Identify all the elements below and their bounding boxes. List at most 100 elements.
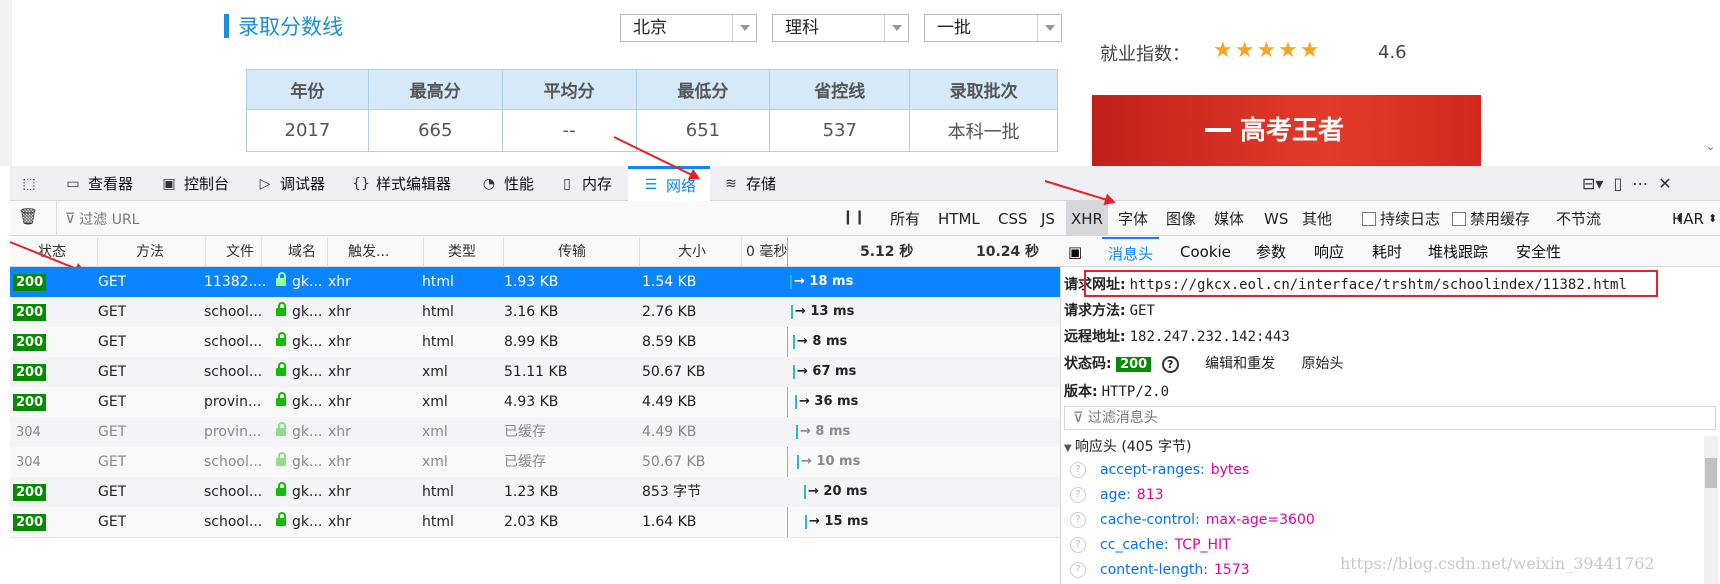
table-row[interactable]: 304 GET school... gk... xhr xml 已缓存 50.67 KB → 1…: [10, 447, 1060, 477]
table-row[interactable]: 200 GET school... gk... xhr html 8.99 KB 8.59 K…: [10, 327, 1060, 357]
help-icon[interactable]: ?: [1070, 512, 1086, 528]
filter-xhr[interactable]: XHR: [1066, 201, 1108, 236]
waterfall-bar: [790, 275, 792, 289]
status-badge: 200: [13, 334, 47, 351]
request-file: provin...: [204, 394, 262, 410]
lock-icon: [276, 332, 286, 346]
subject-select[interactable]: 理科: [772, 14, 909, 42]
filter-url-input[interactable]: ⊽ 过滤 URL: [56, 201, 836, 236]
cell: 本科一批: [909, 109, 1058, 152]
tab-label: 样式编辑器: [376, 175, 452, 193]
throttle-select[interactable]: 不节流 ⬍: [1556, 201, 1684, 236]
request-method: GET: [98, 514, 127, 530]
panel-toggle-icon[interactable]: ▣: [1068, 237, 1082, 267]
request-domain: gk...: [292, 394, 323, 410]
request-type: xml: [422, 424, 448, 440]
help-icon[interactable]: ?: [1161, 355, 1179, 373]
response-headers-section[interactable]: ▼ 响应头 (405 字节): [1064, 436, 1191, 456]
request-time: → 18 ms: [794, 274, 854, 289]
waterfall-bar: [804, 485, 806, 499]
province-select[interactable]: 北京: [620, 14, 757, 42]
cell: 651: [635, 109, 771, 152]
tab-storage[interactable]: ≋ 存储: [722, 166, 776, 201]
col-method[interactable]: 方法: [98, 237, 206, 267]
har-menu[interactable]: HAR ⬍: [1672, 201, 1717, 236]
request-method: GET: [98, 334, 127, 350]
table-row[interactable]: 200 GET school... gk... xhr xml 51.11 KB 50.67 …: [10, 357, 1060, 387]
help-icon[interactable]: ?: [1070, 487, 1086, 503]
request-domain: gk...: [292, 274, 323, 290]
help-icon[interactable]: ?: [1070, 462, 1086, 478]
details-scrollbar-thumb[interactable]: [1705, 458, 1717, 488]
dock-layout-icon[interactable]: ⊟▾: [1582, 174, 1603, 193]
filter-ws[interactable]: WS: [1264, 201, 1288, 236]
persist-log-checkbox[interactable]: 持续日志: [1362, 201, 1440, 236]
help-icon[interactable]: ?: [1070, 562, 1086, 578]
status-code-label: 状态码:: [1064, 356, 1112, 372]
element-picker-button[interactable]: ⬚: [20, 166, 44, 201]
request-file: school...: [204, 334, 263, 350]
col-size[interactable]: 大小: [640, 237, 742, 267]
table-row[interactable]: 200 GET school... gk... xhr html 3.16 KB 2.76 K…: [10, 297, 1060, 327]
request-domain: gk...: [292, 454, 323, 470]
page-scroll-down-icon[interactable]: ⌄: [1706, 140, 1720, 160]
throttle-value: 不节流: [1556, 210, 1602, 228]
col-status[interactable]: 状态: [10, 237, 98, 267]
col-batch: 录取批次: [909, 69, 1058, 110]
header-key: age:: [1100, 487, 1131, 503]
edit-resend-button[interactable]: 编辑和重发: [1205, 356, 1275, 372]
filter-other[interactable]: 其他: [1302, 201, 1332, 236]
request-cause: xhr: [328, 454, 351, 470]
col-domain[interactable]: 域名: [262, 237, 328, 267]
details-tab-timings[interactable]: 耗时: [1372, 237, 1402, 267]
request-method-value: GET: [1129, 303, 1155, 319]
filter-headers-input[interactable]: ⊽ 过滤消息头: [1064, 406, 1716, 430]
more-options-icon[interactable]: ⋯: [1632, 174, 1648, 193]
details-tab-params[interactable]: 参数: [1256, 237, 1286, 267]
filter-images[interactable]: 图像: [1166, 201, 1196, 236]
table-row[interactable]: 200 GET provin... gk... xhr xml 4.93 KB 4.49 KB…: [10, 387, 1060, 417]
filter-fonts[interactable]: 字体: [1118, 201, 1148, 236]
details-tab-response[interactable]: 响应: [1314, 237, 1344, 267]
help-icon[interactable]: ?: [1070, 537, 1086, 553]
col-cause[interactable]: 触发...: [328, 237, 424, 267]
disable-cache-checkbox[interactable]: 禁用缓存: [1452, 201, 1530, 236]
table-row[interactable]: 200 GET 11382.... gk... xhr html 1.93 KB 1.54 K…: [10, 267, 1060, 297]
tab-style-editor[interactable]: {} 样式编辑器: [352, 166, 451, 201]
filter-css[interactable]: CSS: [998, 201, 1028, 236]
tab-inspector[interactable]: ▭ 查看器: [64, 166, 133, 201]
details-tab-stack[interactable]: 堆栈跟踪: [1428, 237, 1488, 267]
cell: 2017: [246, 109, 369, 152]
details-tab-security[interactable]: 安全性: [1516, 237, 1561, 267]
clear-requests-icon[interactable]: 🗑: [18, 207, 38, 226]
tab-debugger[interactable]: ▷ 调试器: [256, 166, 325, 201]
raw-headers-button[interactable]: 原始头: [1302, 356, 1344, 372]
header-value: bytes: [1210, 462, 1250, 478]
request-cause: xhr: [328, 304, 351, 320]
col-file[interactable]: 文件: [206, 237, 262, 267]
filter-media[interactable]: 媒体: [1214, 201, 1244, 236]
col-transferred[interactable]: 传输: [504, 237, 640, 267]
close-icon[interactable]: ✕: [1658, 174, 1671, 193]
filter-all[interactable]: 所有: [890, 201, 920, 236]
filter-html[interactable]: HTML: [938, 201, 980, 236]
col-type[interactable]: 类型: [424, 237, 504, 267]
tab-console[interactable]: ▣ 控制台: [160, 166, 229, 201]
batch-select[interactable]: 一批: [924, 14, 1062, 42]
col-min: 最低分: [635, 69, 771, 110]
style-editor-icon: {}: [352, 175, 370, 192]
pause-icon[interactable]: ❙❙: [842, 209, 865, 225]
request-size: 1.54 KB: [642, 274, 697, 290]
details-tab-cookie[interactable]: Cookie: [1180, 237, 1231, 267]
status-badge: 200: [13, 514, 47, 531]
table-row[interactable]: 200 GET school... gk... xhr html 1.23 KB 853 字节…: [10, 477, 1060, 507]
request-method: GET: [98, 484, 127, 500]
request-method: GET: [98, 454, 127, 470]
table-row[interactable]: 304 GET provin... gk... xhr xml 已缓存 4.49 KB → 8 …: [10, 417, 1060, 447]
tab-performance[interactable]: ◔ 性能: [480, 166, 534, 201]
tab-memory[interactable]: ▯ 内存: [558, 166, 612, 201]
filter-js[interactable]: JS: [1041, 201, 1055, 236]
details-tab-headers[interactable]: 消息头: [1102, 237, 1160, 267]
responsive-mode-icon[interactable]: ▯: [1613, 174, 1622, 193]
table-row[interactable]: 200 GET school... gk... xhr html 2.03 KB 1.64 K…: [10, 507, 1060, 537]
